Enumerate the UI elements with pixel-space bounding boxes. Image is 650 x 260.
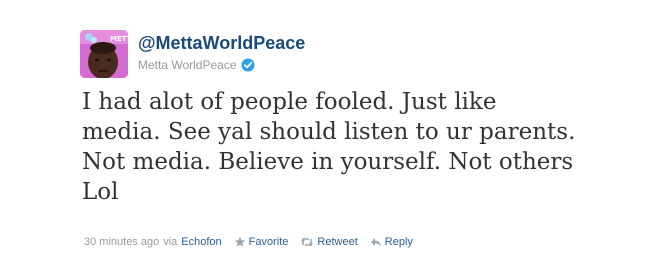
star-icon [234,236,245,247]
tweet-card: METTA @MettaWorldPeace Metta WorldPeace … [0,0,650,260]
via-label: via [163,236,178,248]
tweet-text: I had alot of people fooled. Just like m… [82,89,576,205]
reply-button[interactable]: Reply [370,236,413,248]
screen-name-link[interactable]: @MettaWorldPeace [138,33,305,54]
avatar[interactable]: METTA [80,30,128,78]
retweet-icon [301,238,314,246]
display-name-row: Metta WorldPeace [138,57,255,73]
favorite-label: Favorite [248,236,289,248]
timestamp-link[interactable]: 30 minutes ago [84,236,159,248]
verified-check-icon [241,58,255,72]
display-name: Metta WorldPeace [138,58,237,72]
tweet-meta: 30 minutes ago via Echofon Favorite Retw… [84,234,413,250]
retweet-label: Retweet [317,236,358,248]
reply-arrow-icon [370,238,381,247]
source-link[interactable]: Echofon [181,236,221,248]
favorite-button[interactable]: Favorite [234,236,289,248]
reply-label: Reply [384,236,413,248]
retweet-button[interactable]: Retweet [300,236,358,248]
avatar-image: METTA [80,30,128,78]
avatar-logo-text: METTA [110,35,128,43]
